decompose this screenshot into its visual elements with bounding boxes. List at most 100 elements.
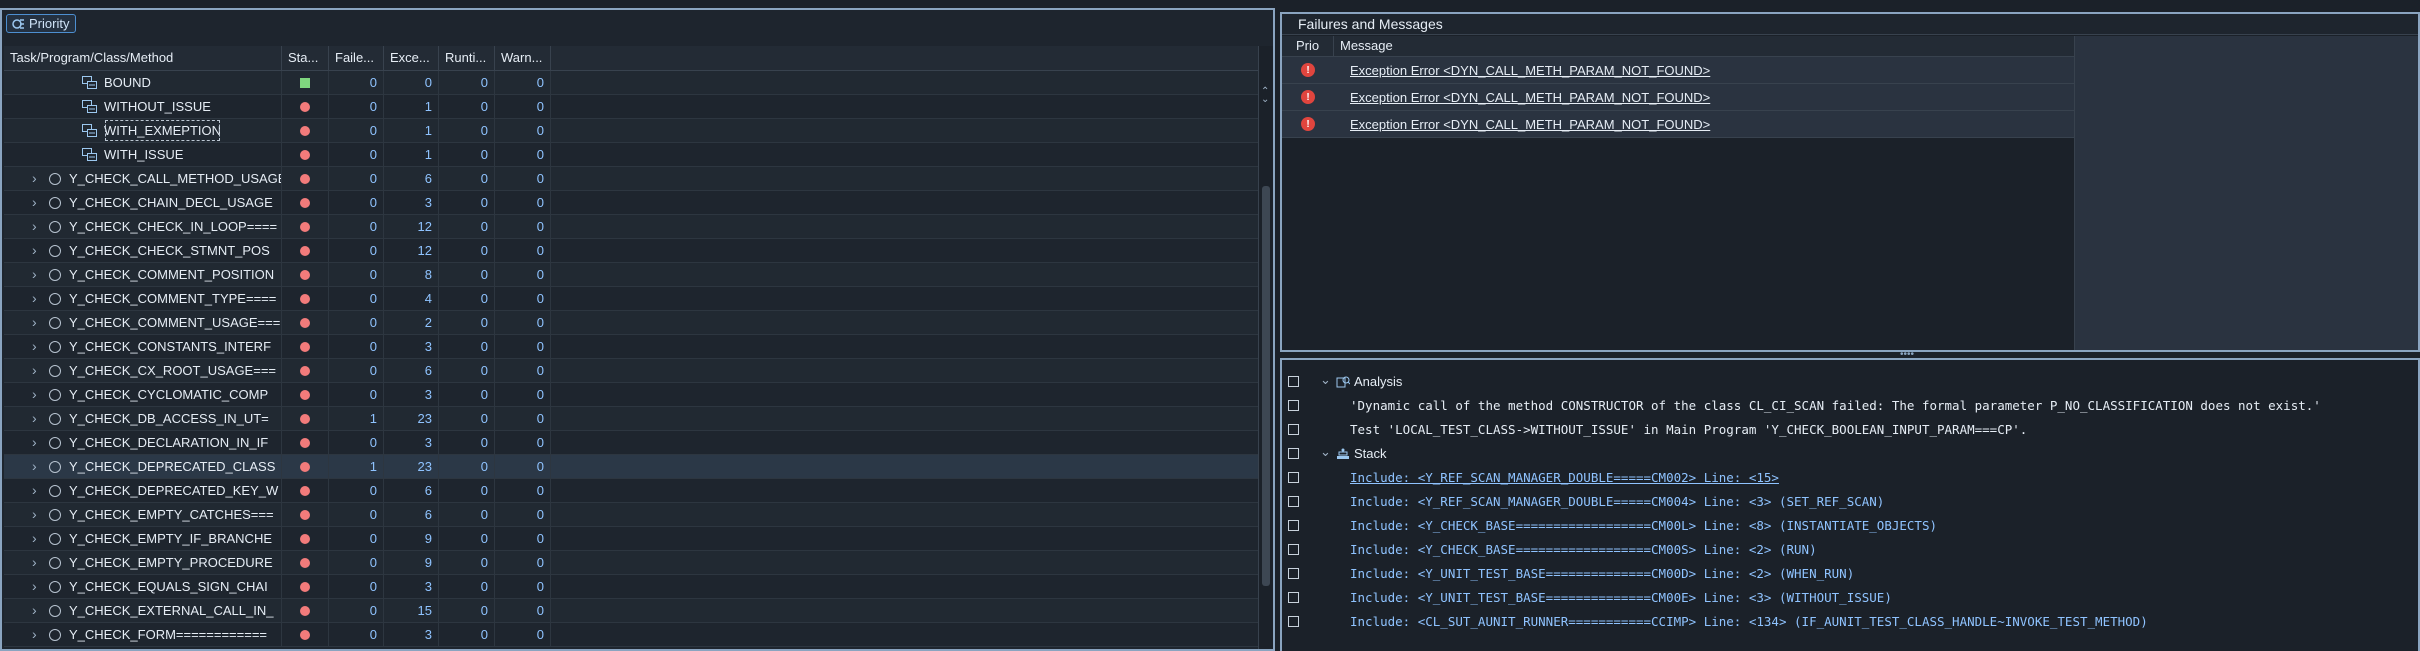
task-name-cell[interactable]: › Y_CHECK_CHECK_STMNT_POS xyxy=(4,239,282,262)
column-header-prio[interactable]: Prio xyxy=(1282,36,1334,56)
table-row[interactable]: › Y_CHECK_COMMENT_TYPE==== 0 4 0 0 xyxy=(4,287,1259,311)
table-row[interactable]: WITH_ISSUE 0 1 0 0 xyxy=(4,143,1259,167)
table-row[interactable]: › Y_CHECK_EMPTY_CATCHES=== 0 6 0 0 xyxy=(4,503,1259,527)
stack-line-row[interactable]: Include: <Y_REF_SCAN_MANAGER_DOUBLE=====… xyxy=(1282,490,2418,514)
vertical-scrollbar[interactable]: ⌃ ⌄ xyxy=(1258,46,1273,649)
analysis-header-row[interactable]: ⌄ Analysis xyxy=(1282,370,2418,394)
expand-chevron-icon[interactable]: › xyxy=(32,623,37,646)
row-checkbox[interactable] xyxy=(1288,616,1299,627)
stack-include-link[interactable]: Include: <Y_UNIT_TEST_BASE==============… xyxy=(1350,562,1854,586)
expand-chevron-icon[interactable]: › xyxy=(32,383,37,406)
message-row[interactable]: ! Exception Error <DYN_CALL_METH_PARAM_NO… xyxy=(1282,84,2074,111)
stack-line-row[interactable]: Include: <Y_UNIT_TEST_BASE==============… xyxy=(1282,562,2418,586)
table-row[interactable]: › Y_CHECK_FORM============ 0 3 0 0 xyxy=(4,623,1259,647)
column-header-runtime[interactable]: Runti... xyxy=(439,46,495,70)
stack-line-row[interactable]: Include: <Y_UNIT_TEST_BASE==============… xyxy=(1282,586,2418,610)
row-checkbox[interactable] xyxy=(1288,448,1299,459)
expand-chevron-icon[interactable]: › xyxy=(32,167,37,190)
table-row[interactable]: › Y_CHECK_EMPTY_PROCEDURE 0 9 0 0 xyxy=(4,551,1259,575)
task-name-cell[interactable]: › Y_CHECK_EMPTY_PROCEDURE xyxy=(4,551,282,574)
expand-chevron-icon[interactable]: › xyxy=(32,215,37,238)
table-row[interactable]: › Y_CHECK_EXTERNAL_CALL_IN_ 0 15 0 0 xyxy=(4,599,1259,623)
table-row[interactable]: › Y_CHECK_CYCLOMATIC_COMP 0 3 0 0 xyxy=(4,383,1259,407)
column-header-failed[interactable]: Faile... xyxy=(329,46,384,70)
column-header-warnings[interactable]: Warn... xyxy=(495,46,551,70)
task-name-cell[interactable]: › Y_CHECK_EMPTY_IF_BRANCHE xyxy=(4,527,282,550)
task-name-cell[interactable]: › Y_CHECK_DECLARATION_IN_IF xyxy=(4,431,282,454)
task-name-cell[interactable]: › Y_CHECK_EXTERNAL_CALL_IN_ xyxy=(4,599,282,622)
row-checkbox[interactable] xyxy=(1288,520,1299,531)
row-checkbox[interactable] xyxy=(1288,496,1299,507)
table-row[interactable]: › Y_CHECK_CX_ROOT_USAGE=== 0 6 0 0 xyxy=(4,359,1259,383)
expand-chevron-icon[interactable]: › xyxy=(32,239,37,262)
table-row[interactable]: › Y_CHECK_CHECK_STMNT_POS 0 12 0 0 xyxy=(4,239,1259,263)
expand-chevron-icon[interactable]: › xyxy=(32,527,37,550)
column-header-exceptions[interactable]: Exce... xyxy=(384,46,439,70)
stack-line-row[interactable]: Include: <Y_CHECK_BASE==================… xyxy=(1282,514,2418,538)
expand-chevron-icon[interactable]: › xyxy=(32,335,37,358)
expand-chevron-icon[interactable]: › xyxy=(32,575,37,598)
expand-chevron-icon[interactable]: › xyxy=(32,359,37,382)
task-name-cell[interactable]: › Y_CHECK_DB_ACCESS_IN_UT= xyxy=(4,407,282,430)
table-row[interactable]: WITH_EXMEPTION 0 1 0 0 xyxy=(4,119,1259,143)
stack-include-link[interactable]: Include: <Y_CHECK_BASE==================… xyxy=(1350,538,1817,562)
stack-line-row[interactable]: Include: <Y_REF_SCAN_MANAGER_DOUBLE=====… xyxy=(1282,466,2418,490)
expand-chevron-icon[interactable]: › xyxy=(32,191,37,214)
collapse-chevron-icon[interactable]: ⌄ xyxy=(1320,372,1331,388)
stack-include-link[interactable]: Include: <Y_CHECK_BASE==================… xyxy=(1350,514,1937,538)
task-name-cell[interactable]: WITH_ISSUE xyxy=(4,143,282,166)
scrollbar-thumb[interactable] xyxy=(1262,186,1270,586)
stack-header-row[interactable]: ⌄ Stack xyxy=(1282,442,2418,466)
table-row[interactable]: › Y_CHECK_CONSTANTS_INTERF 0 3 0 0 xyxy=(4,335,1259,359)
table-row[interactable]: › Y_CHECK_DEPRECATED_KEY_W 0 6 0 0 xyxy=(4,479,1259,503)
stack-include-link[interactable]: Include: <Y_REF_SCAN_MANAGER_DOUBLE=====… xyxy=(1350,490,1884,514)
expand-chevron-icon[interactable]: › xyxy=(32,455,37,478)
task-name-cell[interactable]: WITHOUT_ISSUE xyxy=(4,95,282,118)
table-row[interactable]: WITHOUT_ISSUE 0 1 0 0 xyxy=(4,95,1259,119)
task-name-cell[interactable]: › Y_CHECK_COMMENT_POSITION xyxy=(4,263,282,286)
stack-line-row[interactable]: Include: <CL_SUT_AUNIT_RUNNER===========… xyxy=(1282,610,2418,634)
expand-chevron-icon[interactable]: › xyxy=(32,599,37,622)
table-row[interactable]: › Y_CHECK_EQUALS_SIGN_CHAI 0 3 0 0 xyxy=(4,575,1259,599)
stack-include-link[interactable]: Include: <CL_SUT_AUNIT_RUNNER===========… xyxy=(1350,610,2148,634)
column-header-task[interactable]: Task/Program/Class/Method xyxy=(4,46,282,70)
stack-include-link[interactable]: Include: <Y_UNIT_TEST_BASE==============… xyxy=(1350,586,1892,610)
message-link[interactable]: Exception Error <DYN_CALL_METH_PARAM_NOT… xyxy=(1334,90,1710,105)
table-row[interactable]: › Y_CHECK_CHAIN_DECL_USAGE 0 3 0 0 xyxy=(4,191,1259,215)
task-name-cell[interactable]: › Y_CHECK_EQUALS_SIGN_CHAI xyxy=(4,575,282,598)
collapse-chevron-icon[interactable]: ⌄ xyxy=(1320,444,1331,460)
expand-chevron-icon[interactable]: › xyxy=(32,263,37,286)
table-row[interactable]: › Y_CHECK_DECLARATION_IN_IF 0 3 0 0 xyxy=(4,431,1259,455)
task-name-cell[interactable]: › Y_CHECK_COMMENT_USAGE=== xyxy=(4,311,282,334)
row-checkbox[interactable] xyxy=(1288,472,1299,483)
table-row[interactable]: › Y_CHECK_EMPTY_IF_BRANCHE 0 9 0 0 xyxy=(4,527,1259,551)
table-row[interactable]: › Y_CHECK_CHECK_IN_LOOP==== 0 12 0 0 xyxy=(4,215,1259,239)
task-name-cell[interactable]: › Y_CHECK_CONSTANTS_INTERF xyxy=(4,335,282,358)
message-link[interactable]: Exception Error <DYN_CALL_METH_PARAM_NOT… xyxy=(1334,63,1710,78)
table-row[interactable]: BOUND 0 0 0 0 xyxy=(4,71,1259,95)
stack-line-row[interactable]: Include: <Y_CHECK_BASE==================… xyxy=(1282,538,2418,562)
expand-chevron-icon[interactable]: › xyxy=(32,311,37,334)
task-name-cell[interactable]: WITH_EXMEPTION xyxy=(4,119,282,142)
task-name-cell[interactable]: › Y_CHECK_CHECK_IN_LOOP==== xyxy=(4,215,282,238)
task-name-cell[interactable]: › Y_CHECK_DEPRECATED_CLASS xyxy=(4,455,282,478)
task-name-cell[interactable]: › Y_CHECK_CYCLOMATIC_COMP xyxy=(4,383,282,406)
expand-chevron-icon[interactable]: › xyxy=(32,287,37,310)
task-name-cell[interactable]: › Y_CHECK_CALL_METHOD_USAGE xyxy=(4,167,282,190)
row-checkbox[interactable] xyxy=(1288,592,1299,603)
row-checkbox[interactable] xyxy=(1288,568,1299,579)
expand-chevron-icon[interactable]: › xyxy=(32,503,37,526)
row-checkbox[interactable] xyxy=(1288,424,1299,435)
row-checkbox[interactable] xyxy=(1288,400,1299,411)
message-link[interactable]: Exception Error <DYN_CALL_METH_PARAM_NOT… xyxy=(1334,117,1710,132)
message-row[interactable]: ! Exception Error <DYN_CALL_METH_PARAM_NO… xyxy=(1282,111,2074,138)
message-row[interactable]: ! Exception Error <DYN_CALL_METH_PARAM_NO… xyxy=(1282,57,2074,84)
column-header-message[interactable]: Message xyxy=(1334,36,1393,56)
expand-chevron-icon[interactable]: › xyxy=(32,431,37,454)
table-row[interactable]: › Y_CHECK_COMMENT_USAGE=== 0 2 0 0 xyxy=(4,311,1259,335)
task-name-cell[interactable]: › Y_CHECK_CX_ROOT_USAGE=== xyxy=(4,359,282,382)
task-name-cell[interactable]: › Y_CHECK_CHAIN_DECL_USAGE xyxy=(4,191,282,214)
priority-button[interactable]: Priority xyxy=(6,14,77,33)
expand-chevron-icon[interactable]: › xyxy=(32,407,37,430)
task-name-cell[interactable]: BOUND xyxy=(4,71,282,94)
